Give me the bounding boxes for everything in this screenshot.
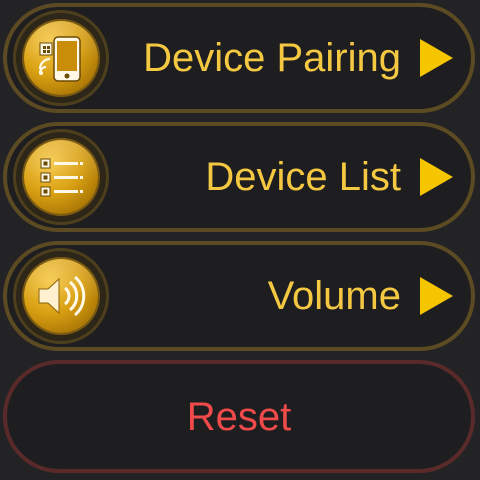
speaker-icon xyxy=(13,248,109,344)
settings-screen: Device Pairing Device List Volume Reset xyxy=(0,0,480,480)
list-icon xyxy=(13,129,109,225)
reset-button[interactable]: Reset xyxy=(3,360,475,473)
volume-label: Volume xyxy=(267,274,401,318)
reset-label: Reset xyxy=(186,394,292,439)
device-pairing-label: Device Pairing xyxy=(143,36,401,80)
device-list-button[interactable]: Device List xyxy=(3,122,475,232)
chevron-right-icon xyxy=(420,39,453,77)
device-pairing-button[interactable]: Device Pairing xyxy=(3,3,475,113)
chevron-right-icon xyxy=(420,158,453,196)
chevron-right-icon xyxy=(420,277,453,315)
device-list-label: Device List xyxy=(205,155,401,199)
volume-button[interactable]: Volume xyxy=(3,241,475,351)
phone-wireless-icon xyxy=(13,10,109,106)
